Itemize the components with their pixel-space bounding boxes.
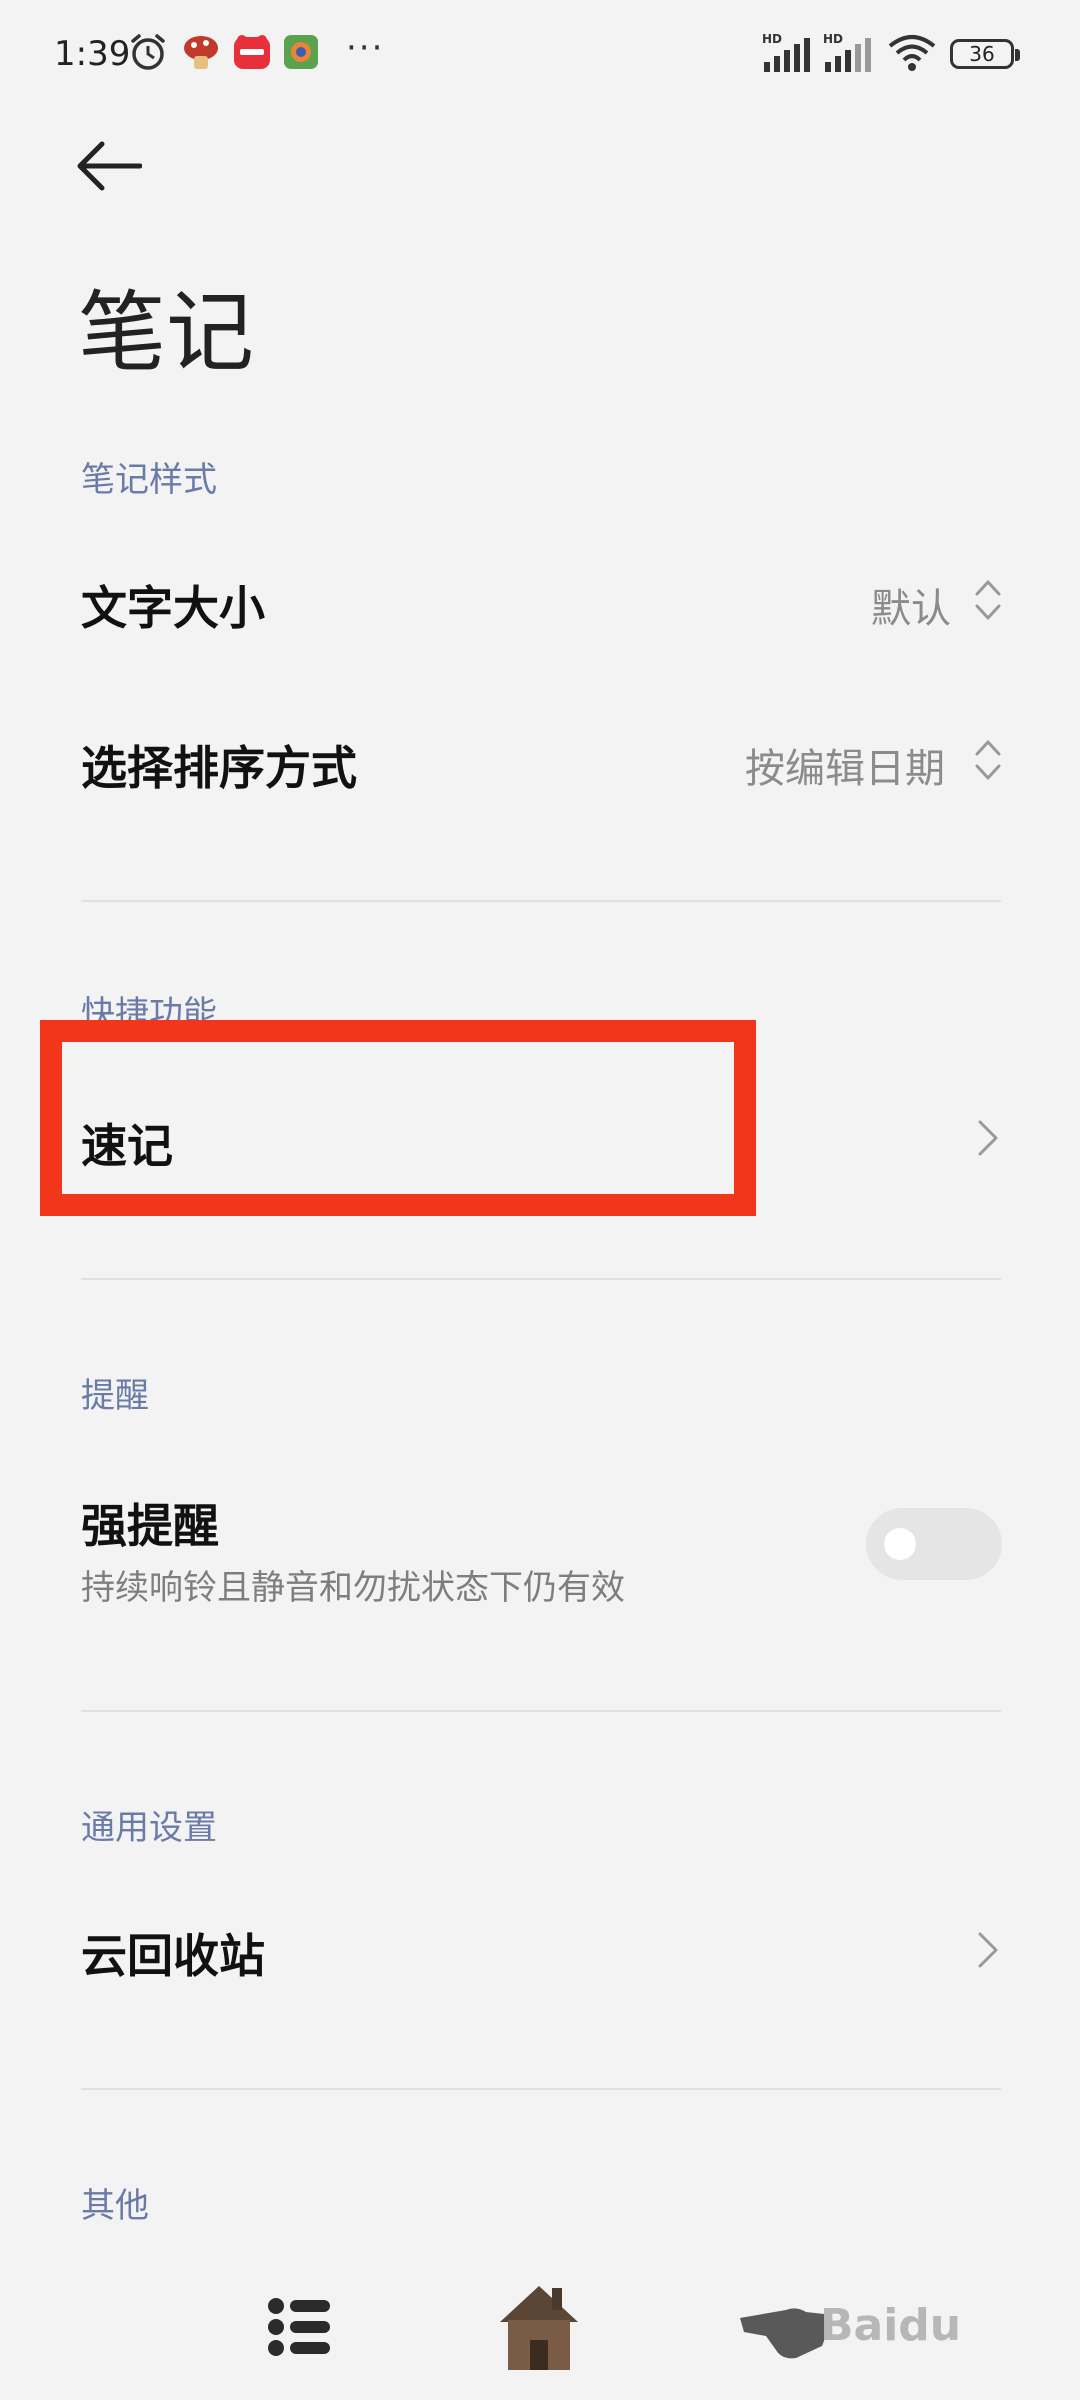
game-app-icon: [284, 35, 318, 69]
divider: [81, 1710, 1001, 1712]
strong-reminder-description: 持续响铃且静音和勿扰状态下仍有效: [81, 1568, 625, 1608]
sort-order-label: 选择排序方式: [81, 741, 357, 795]
chevron-right-icon: [978, 1932, 998, 1968]
strong-reminder-toggle[interactable]: [866, 1508, 1002, 1580]
screen: 1:39 ··· HD HD 36 笔记 笔记样式 文字大小 默认 选择排序方式…: [0, 0, 1080, 2400]
section-header-other: 其他: [81, 2186, 149, 2226]
cloud-trash-label: 云回收站: [81, 1929, 265, 1983]
divider: [81, 2088, 1001, 2090]
xiaohongshu-app-icon: [234, 35, 270, 69]
sort-order-row[interactable]: 选择排序方式 按编辑日期: [0, 700, 1080, 820]
cloud-trash-row[interactable]: 云回收站: [0, 1890, 1080, 2010]
divider: [81, 900, 1001, 902]
section-header-general: 通用设置: [81, 1808, 217, 1848]
status-bar: 1:39 ··· HD HD 36: [0, 0, 1080, 110]
wifi-icon: [888, 35, 936, 71]
font-size-row[interactable]: 文字大小 默认: [0, 540, 1080, 660]
alarm-icon: [131, 34, 165, 70]
page-title: 笔记: [78, 281, 255, 384]
svg-text:HD: HD: [762, 32, 782, 46]
divider: [81, 1278, 1001, 1280]
baidu-watermark: Baidu: [820, 2300, 962, 2351]
font-size-label: 文字大小: [81, 581, 265, 635]
toggle-knob: [884, 1528, 916, 1560]
up-down-chevron-icon: [975, 580, 1001, 620]
pointing-hand-icon[interactable]: [736, 2288, 832, 2368]
more-dots-icon: ···: [346, 28, 385, 68]
font-size-value: 默认: [871, 586, 951, 632]
status-time: 1:39: [54, 34, 131, 74]
home-icon[interactable]: [494, 2274, 584, 2378]
mushroom-app-icon: [184, 36, 218, 69]
back-arrow-icon[interactable]: [76, 140, 142, 192]
up-down-chevron-icon: [975, 740, 1001, 780]
menu-list-icon[interactable]: [266, 2292, 336, 2362]
chevron-right-icon: [978, 1120, 998, 1156]
battery-icon: 36: [950, 39, 1020, 69]
section-header-reminder: 提醒: [81, 1376, 149, 1416]
section-header-note-style: 笔记样式: [81, 460, 217, 500]
sort-order-value: 按编辑日期: [745, 746, 945, 792]
highlight-annotation-box: [40, 1020, 756, 1216]
strong-reminder-label: 强提醒: [81, 1499, 219, 1553]
hd-signal-icon: HD: [823, 32, 871, 72]
svg-text:HD: HD: [823, 32, 843, 46]
hd-signal-icon: HD: [762, 32, 810, 72]
